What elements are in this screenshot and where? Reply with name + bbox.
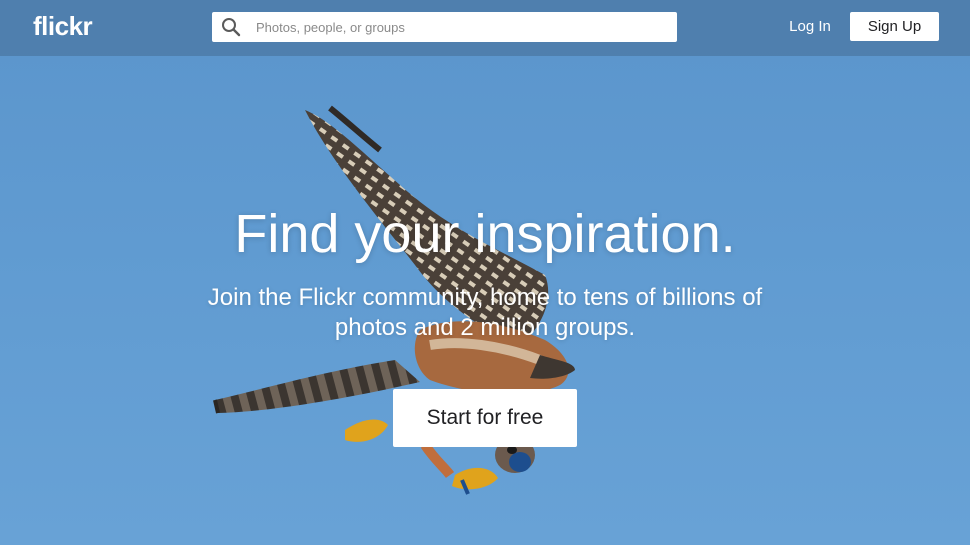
- sign-up-button[interactable]: Sign Up: [850, 12, 939, 41]
- search-input[interactable]: [256, 12, 666, 42]
- search-icon[interactable]: [221, 17, 241, 37]
- start-for-free-button[interactable]: Start for free: [393, 389, 577, 447]
- hero-headline: Find your inspiration.: [234, 204, 736, 264]
- top-navigation-bar: flickr Log In Sign Up: [0, 0, 970, 56]
- search-bar[interactable]: [212, 12, 677, 42]
- flickr-logo[interactable]: flickr: [33, 9, 93, 43]
- hero-subheadline: Join the Flickr community, home to tens …: [207, 284, 763, 341]
- kestrel-in-flight-image: [213, 105, 575, 495]
- log-in-link[interactable]: Log In: [782, 15, 838, 39]
